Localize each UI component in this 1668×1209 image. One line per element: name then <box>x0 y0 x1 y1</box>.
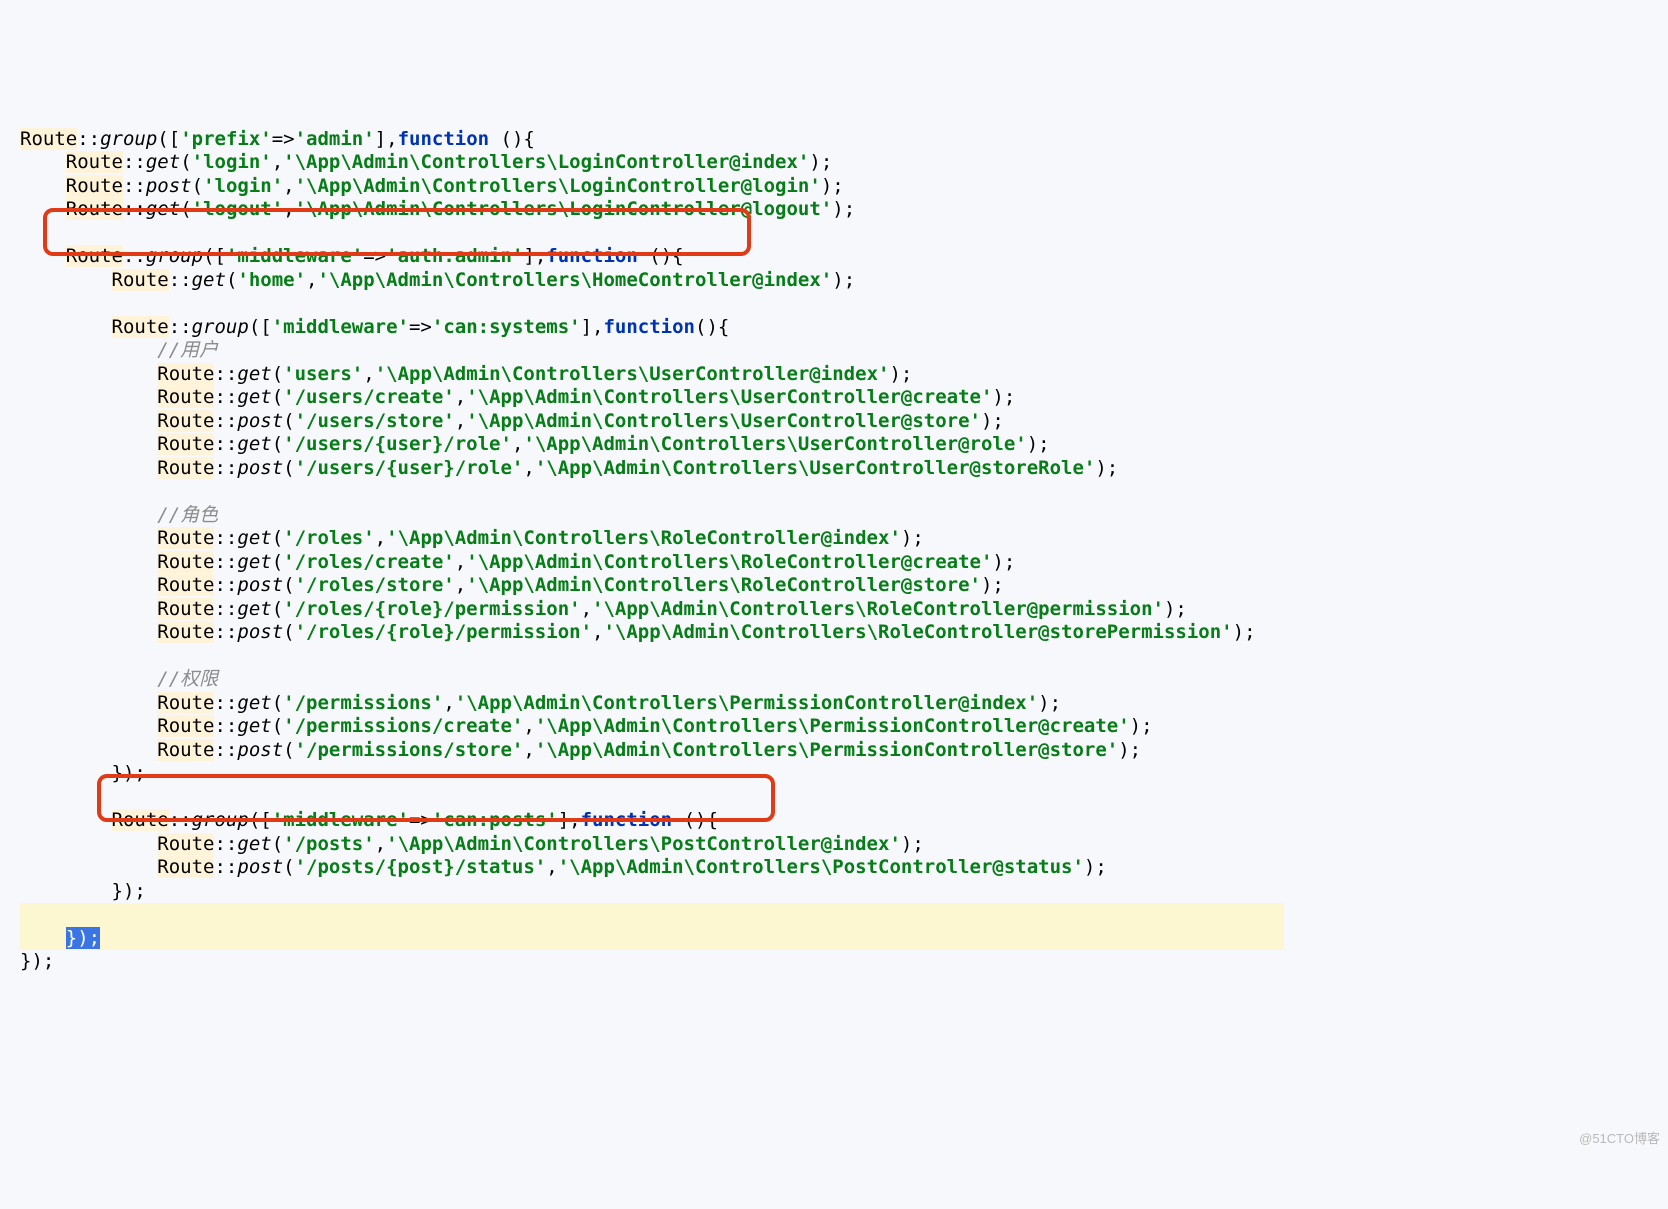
comment-roles: //角色 <box>157 504 218 526</box>
selection: }); <box>66 927 100 949</box>
comment-permissions: //权限 <box>157 668 218 690</box>
code-block: Route::group(['prefix'=>'admin'],functio… <box>0 94 1668 1044</box>
class-name: Route <box>20 128 77 150</box>
highlighted-line: }); <box>20 903 1284 950</box>
watermark: @51CTO博客 <box>1579 1127 1660 1151</box>
comment-users: //用户 <box>157 339 218 361</box>
